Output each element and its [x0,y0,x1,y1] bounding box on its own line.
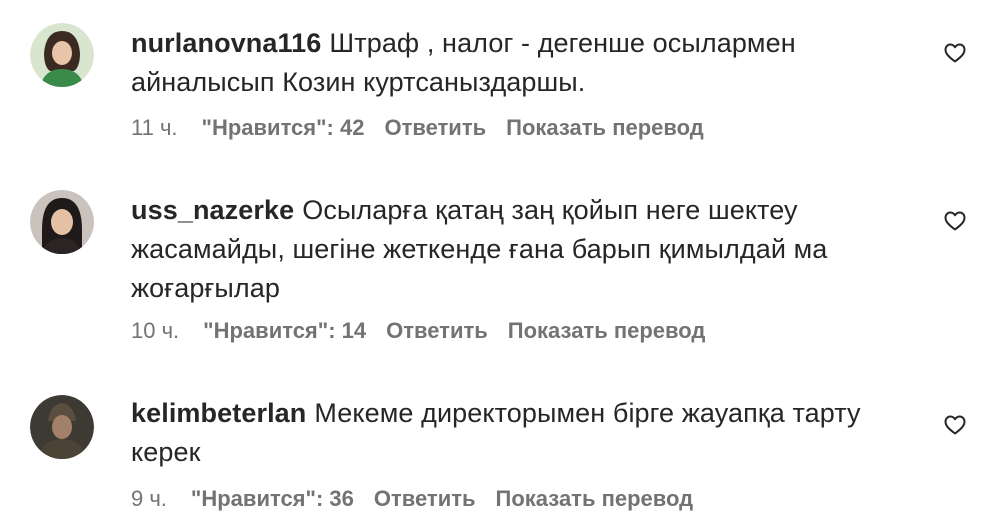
username-link[interactable]: nurlanovna116 [131,28,321,58]
comment-meta: 10 ч. "Нравится": 14 Ответить Показать пере… [131,318,725,344]
translate-button[interactable]: Показать перевод [496,486,694,511]
heart-outline-icon[interactable] [943,413,967,437]
reply-button[interactable]: Ответить [386,318,488,343]
timestamp[interactable]: 10 ч. [131,318,179,343]
reply-button[interactable]: Ответить [384,115,486,140]
likes-count[interactable]: "Нравится": 42 [202,115,365,140]
likes-count[interactable]: "Нравится": 36 [191,486,354,511]
timestamp[interactable]: 11 ч. [131,115,178,140]
comment-meta: 9 ч. "Нравится": 36 Ответить Показать перев… [131,486,713,512]
username-link[interactable]: kelimbeterlan [131,398,306,428]
heart-outline-icon[interactable] [943,41,967,65]
reply-button[interactable]: Ответить [374,486,476,511]
heart-outline-icon[interactable] [943,209,967,233]
comment-text: nurlanovna116 Штраф , налог - дегенше осы… [131,24,901,102]
translate-button[interactable]: Показать перевод [506,115,704,140]
comment-meta: 11 ч. "Нравится": 42 Ответить Показать пере… [131,115,724,141]
likes-count[interactable]: "Нравится": 14 [203,318,366,343]
avatar[interactable] [30,190,94,254]
avatar[interactable] [30,395,94,459]
username-link[interactable]: uss_nazerke [131,195,294,225]
translate-button[interactable]: Показать перевод [508,318,706,343]
timestamp[interactable]: 9 ч. [131,486,167,511]
comment-text: uss_nazerke Осыларға қатаң заң қойып неге… [131,191,901,308]
avatar[interactable] [30,23,94,87]
comment-text: kelimbeterlan Мекеме директорымен бірге ж… [131,394,901,472]
